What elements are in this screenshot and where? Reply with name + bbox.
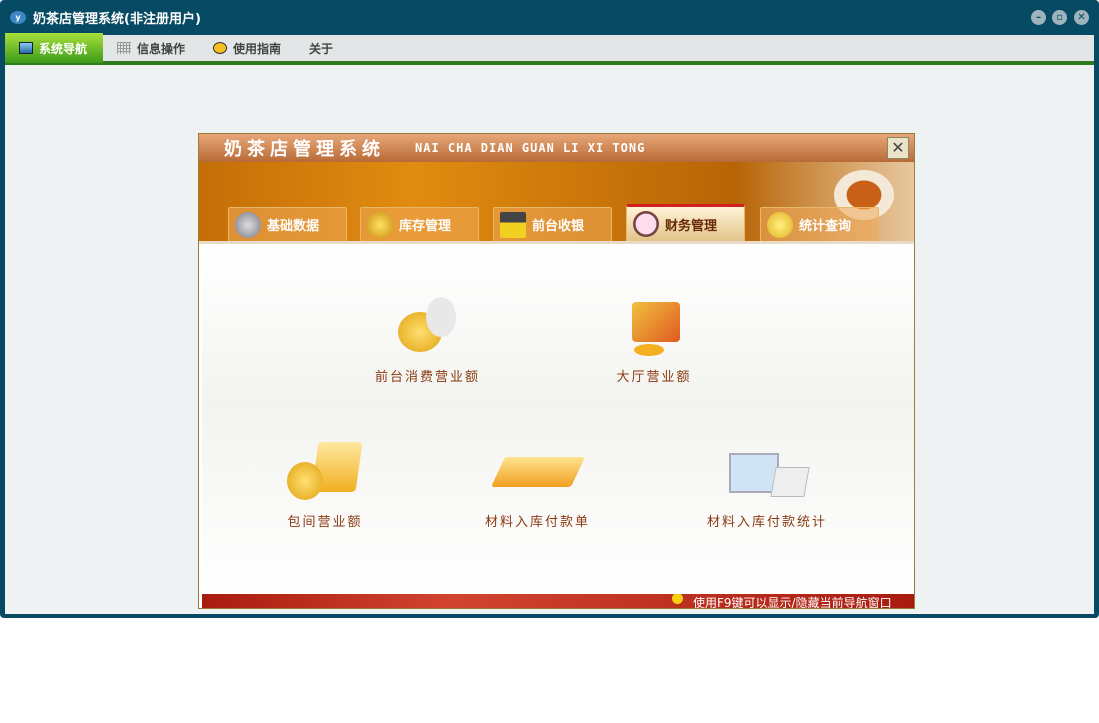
magnifier-icon [633, 211, 659, 237]
tab-front-desk[interactable]: 前台收银 [493, 207, 612, 241]
money-bag-icon [388, 292, 468, 358]
status-text: 使用F9键可以显示/隐藏当前导航窗口 [693, 596, 892, 608]
menu-info-ops[interactable]: 信息操作 [103, 33, 199, 63]
restore-button[interactable]: ▫ [1052, 10, 1067, 25]
material-payment-item[interactable]: 材料入库付款单 [485, 437, 590, 530]
menu-about[interactable]: 关于 [295, 33, 347, 63]
tv-chart-icon [614, 292, 694, 358]
tab-finance[interactable]: 财务管理 [626, 204, 745, 241]
item-label: 材料入库付款统计 [707, 515, 828, 530]
gear-icon [235, 211, 261, 238]
lightbulb-icon [672, 594, 683, 604]
menu-guide[interactable]: 使用指南 [199, 33, 295, 63]
front-revenue-item[interactable]: 前台消费营业额 [375, 292, 480, 385]
tab-label: 统计查询 [799, 219, 852, 234]
help-icon [213, 42, 228, 54]
title-bar: y 奶茶店管理系统(非注册用户) [0, 0, 1099, 35]
coins-icon [367, 211, 393, 238]
navigation-dialog: 奶茶店管理系统 NAI CHA DIAN GUAN LI XI TONG ✕ 基… [198, 133, 915, 609]
app-icon: y [10, 11, 26, 24]
menu-label: 系统导航 [39, 41, 88, 56]
laptop-coins-icon [285, 437, 365, 503]
dialog-header: 奶茶店管理系统 NAI CHA DIAN GUAN LI XI TONG ✕ [199, 134, 914, 162]
item-label: 大厅营业额 [616, 370, 692, 385]
tab-statistics[interactable]: 统计查询 [760, 207, 879, 241]
dialog-close-button[interactable]: ✕ [887, 137, 909, 159]
tab-label: 前台收银 [532, 219, 585, 234]
menu-label: 信息操作 [137, 41, 186, 56]
star-icon [767, 211, 793, 238]
menu-bar: 系统导航 信息操作 使用指南 关于 [5, 33, 1094, 65]
tab-label: 库存管理 [399, 219, 452, 234]
tab-inventory[interactable]: 库存管理 [360, 207, 479, 241]
hall-revenue-item[interactable]: 大厅营业额 [614, 292, 694, 385]
material-payment-stats-item[interactable]: 材料入库付款统计 [707, 437, 827, 530]
room-revenue-item[interactable]: 包间营业额 [285, 437, 365, 530]
chart-report-icon [727, 437, 810, 503]
dialog-title: 奶茶店管理系统 [224, 139, 385, 160]
tab-label: 财务管理 [665, 218, 718, 234]
tab-basic-data[interactable]: 基础数据 [228, 207, 347, 241]
menu-system-nav[interactable]: 系统导航 [5, 33, 103, 63]
house-icon [500, 211, 526, 238]
item-label: 材料入库付款单 [485, 515, 591, 530]
notebook-pen-icon [490, 437, 585, 503]
close-button[interactable]: ✕ [1074, 10, 1089, 25]
menu-label: 使用指南 [233, 41, 282, 56]
dialog-subtitle: NAI CHA DIAN GUAN LI XI TONG [415, 141, 646, 155]
banner: 基础数据 库存管理 前台收银 财务管理 统计查询 [199, 162, 914, 244]
tab-label: 基础数据 [267, 219, 320, 234]
finance-panel: 前台消费营业额 大厅营业额 包间营业额 材料入库付款单 材料入库付款统计 [202, 247, 914, 594]
item-label: 前台消费营业额 [375, 370, 481, 385]
menu-label: 关于 [309, 41, 334, 56]
grid-icon [117, 42, 131, 54]
minimize-button[interactable]: – [1031, 10, 1046, 25]
status-bar: 使用F9键可以显示/隐藏当前导航窗口 [202, 594, 914, 608]
window-title: 奶茶店管理系统(非注册用户) [33, 12, 201, 27]
monitor-icon [19, 42, 33, 54]
item-label: 包间营业额 [287, 515, 363, 530]
